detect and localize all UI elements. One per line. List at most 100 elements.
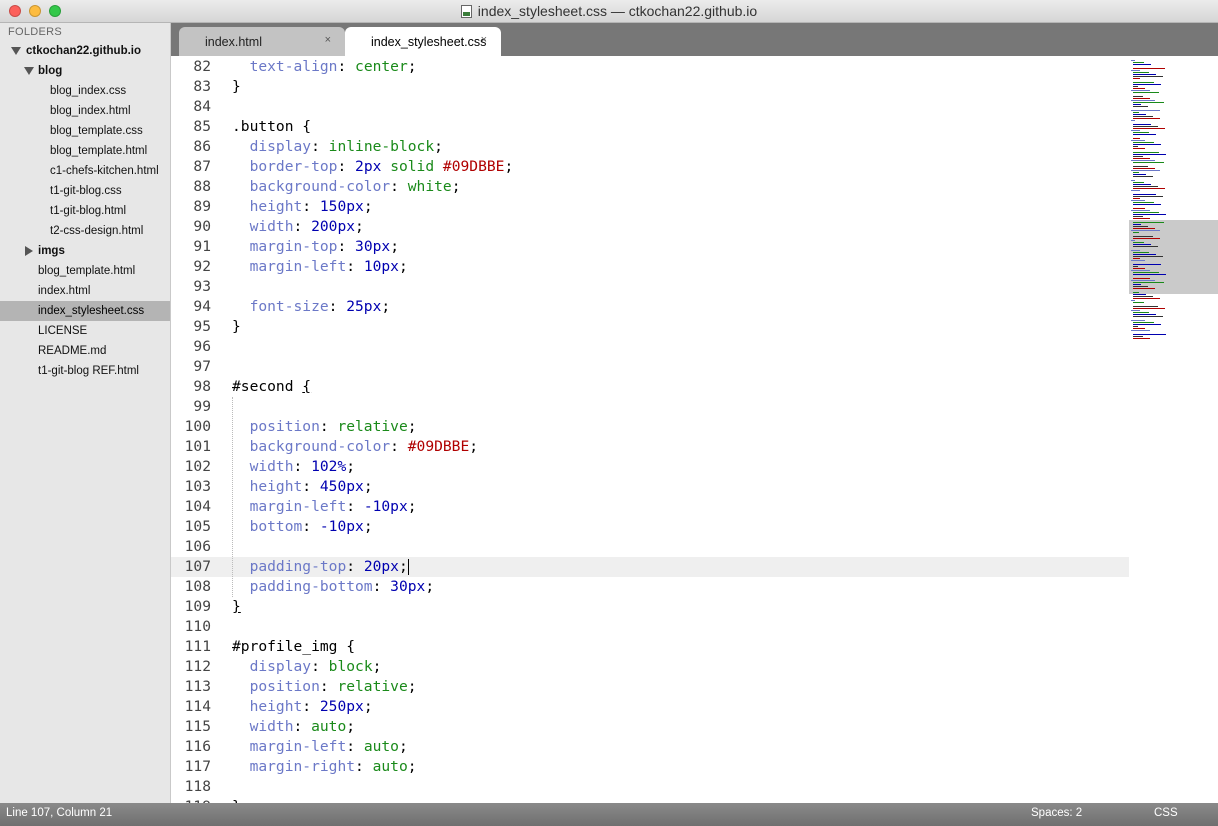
minimap[interactable] <box>1129 56 1218 803</box>
code-line[interactable]: 105 bottom: -10px; <box>171 517 1129 537</box>
sidebar-file-item[interactable]: t1-git-blog.html <box>0 201 170 221</box>
minimap-line <box>1133 296 1153 297</box>
window-title-text: index_stylesheet.css — ctkochan22.github… <box>477 3 758 19</box>
minimap-line <box>1133 168 1155 169</box>
sidebar-file-item[interactable]: c1-chefs-kitchen.html <box>0 161 170 181</box>
sidebar-file-item[interactable]: t1-git-blog REF.html <box>0 361 170 381</box>
code-line[interactable]: 118 <box>171 777 1129 797</box>
code-line[interactable]: 110 <box>171 617 1129 637</box>
tab-close-icon[interactable]: × <box>481 34 487 46</box>
minimap-line <box>1133 306 1158 307</box>
code-line[interactable]: 100 position: relative; <box>171 417 1129 437</box>
code-line[interactable]: 89 height: 150px; <box>171 197 1129 217</box>
minimap-line <box>1133 98 1150 99</box>
code-line[interactable]: 114 height: 250px; <box>171 697 1129 717</box>
tab-index-html[interactable]: index.html × <box>179 27 345 56</box>
code-line[interactable]: 84 <box>171 97 1129 117</box>
syntax-mode[interactable]: CSS <box>1154 807 1178 819</box>
sidebar-file-item[interactable]: index.html <box>0 281 170 301</box>
sidebar-file-item[interactable]: t2-css-design.html <box>0 221 170 241</box>
disclosure-down-icon[interactable] <box>24 67 34 75</box>
sidebar-file-item[interactable]: t1-git-blog.css <box>0 181 170 201</box>
code-line[interactable]: 107 padding-top: 20px; <box>171 557 1129 577</box>
code-line[interactable]: 112 display: block; <box>171 657 1129 677</box>
line-number: 115 <box>184 718 211 735</box>
code-line[interactable]: 87 border-top: 2px solid #09DBBE; <box>171 157 1129 177</box>
code-text: width: 200px; <box>249 218 364 235</box>
disclosure-right-icon[interactable] <box>25 246 33 256</box>
minimap-line <box>1133 78 1140 79</box>
code-line[interactable]: 85 .button { <box>171 117 1129 137</box>
code-line[interactable]: 117 margin-right: auto; <box>171 757 1129 777</box>
code-line[interactable]: 109} <box>171 597 1129 617</box>
minimize-window-button[interactable] <box>29 5 41 17</box>
minimap-line <box>1133 112 1139 113</box>
code-line[interactable]: 88 background-color: white; <box>171 177 1129 197</box>
minimap-line <box>1133 84 1161 85</box>
minimap-line <box>1133 338 1150 339</box>
line-number: 87 <box>193 158 211 175</box>
tab-close-icon[interactable]: × <box>325 34 331 46</box>
code-line[interactable]: 111 #profile_img { <box>171 637 1129 657</box>
code-line[interactable]: 97 <box>171 357 1129 377</box>
code-line[interactable]: 86 display: inline-block; <box>171 137 1129 157</box>
sidebar-file-item[interactable]: blog_index.html <box>0 101 170 121</box>
sidebar-file-item[interactable]: blog_template.html <box>0 141 170 161</box>
zoom-window-button[interactable] <box>49 5 61 17</box>
code-editor[interactable]: 82 text-align: center; 83} 84 85 .button {86… <box>171 56 1129 803</box>
code-line[interactable]: 95} <box>171 317 1129 337</box>
minimap-line <box>1133 256 1163 257</box>
minimap-line <box>1133 146 1138 147</box>
code-line[interactable]: 91 margin-top: 30px; <box>171 237 1129 257</box>
code-line[interactable]: 108 padding-bottom: 30px; <box>171 577 1129 597</box>
code-line[interactable]: 83} <box>171 77 1129 97</box>
code-line[interactable]: 104 margin-left: -10px; <box>171 497 1129 517</box>
code-line[interactable]: 82 text-align: center; <box>171 57 1129 77</box>
line-number: 112 <box>184 658 211 675</box>
minimap-line <box>1133 92 1159 93</box>
minimap-line <box>1133 174 1146 175</box>
sidebar-root-folder[interactable]: ctkochan22.github.io <box>0 41 170 61</box>
code-line[interactable]: 102 width: 102%; <box>171 457 1129 477</box>
code-line[interactable]: 99 <box>171 397 1129 417</box>
sidebar-item-label: blog_template.css <box>50 125 143 137</box>
code-line[interactable]: 92 margin-left: 10px; <box>171 257 1129 277</box>
code-line[interactable]: 116 margin-left: auto; <box>171 737 1129 757</box>
code-line[interactable]: 94 font-size: 25px; <box>171 297 1129 317</box>
sidebar-file-item[interactable]: README.md <box>0 341 170 361</box>
code-line[interactable]: 96 <box>171 337 1129 357</box>
code-line[interactable]: 101 background-color: #09DBBE; <box>171 437 1129 457</box>
code-line[interactable]: 113 position: relative; <box>171 677 1129 697</box>
tab-index-stylesheet-css[interactable]: index_stylesheet.css × <box>345 27 501 56</box>
line-number: 92 <box>193 258 211 275</box>
code-line[interactable]: 98 #second { <box>171 377 1129 397</box>
minimap-line <box>1133 202 1154 203</box>
disclosure-down-icon[interactable] <box>11 47 21 55</box>
sidebar-file-item[interactable]: blog_index.css <box>0 81 170 101</box>
code-line[interactable]: 115 width: auto; <box>171 717 1129 737</box>
minimap-line <box>1133 102 1164 103</box>
close-window-button[interactable] <box>9 5 21 17</box>
minimap-line <box>1131 330 1150 331</box>
sidebar-file-item[interactable]: index_stylesheet.css <box>0 301 170 321</box>
minimap-line <box>1133 158 1150 159</box>
code-line[interactable]: 93 <box>171 277 1129 297</box>
indentation-setting[interactable]: Spaces: 2 <box>1031 807 1082 819</box>
sidebar-folder-blog[interactable]: blog <box>0 61 170 81</box>
folders-header: FOLDERS <box>8 26 63 38</box>
minimap-line <box>1133 188 1165 189</box>
line-number: 84 <box>193 98 211 115</box>
window-controls <box>9 5 61 17</box>
code-text: width: auto; <box>249 718 356 735</box>
sidebar-file-item[interactable]: blog_template.css <box>0 121 170 141</box>
code-text: margin-left: -10px; <box>249 498 417 515</box>
minimap-line <box>1131 120 1135 121</box>
sidebar-file-item[interactable]: blog_template.html <box>0 261 170 281</box>
code-text: display: block; <box>249 658 382 675</box>
code-line[interactable]: 90 width: 200px; <box>171 217 1129 237</box>
code-line[interactable]: 103 height: 450px; <box>171 477 1129 497</box>
sidebar-folder-imgs[interactable]: imgs <box>0 241 170 261</box>
minimap-line <box>1133 68 1165 69</box>
code-line[interactable]: 106 <box>171 537 1129 557</box>
sidebar-file-item[interactable]: LICENSE <box>0 321 170 341</box>
